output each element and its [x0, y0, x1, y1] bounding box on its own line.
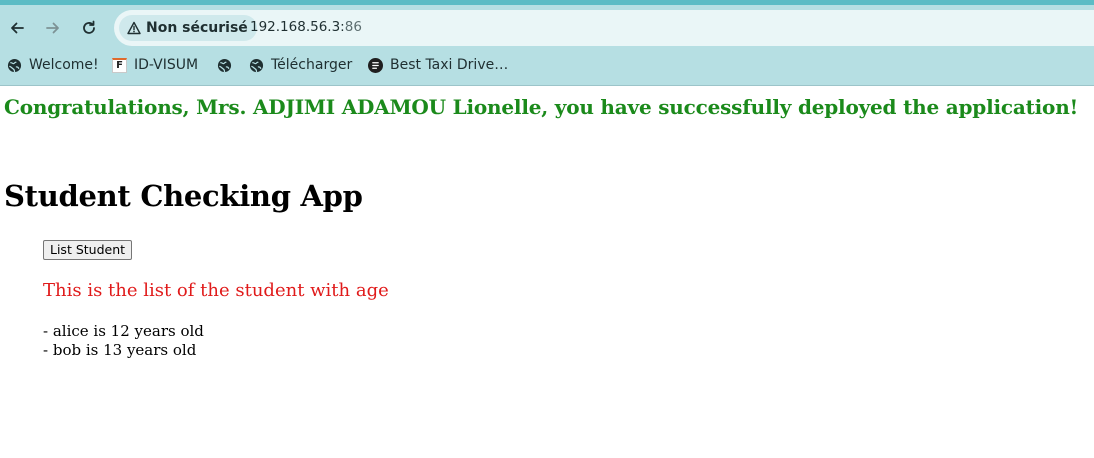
list-student-button[interactable]: List Student: [43, 240, 133, 260]
forward-button[interactable]: [41, 16, 65, 40]
bookmark-label: Télécharger: [271, 57, 353, 73]
bookmark-unnamed[interactable]: [217, 53, 232, 77]
bookmark-best-taxi[interactable]: Best Taxi Drive…: [368, 53, 508, 77]
bookmark-telecharger[interactable]: Télécharger: [249, 53, 352, 77]
bookmark-label: ID-VISUM: [134, 57, 199, 73]
page-title: Student Checking App: [4, 179, 363, 213]
student-list: - alice is 12 years old - bob is 13 year…: [43, 322, 204, 360]
browser-chrome: Non sécurisé 192.168.56.3:86 Welcome! F …: [0, 0, 1094, 86]
list-item: - alice is 12 years old: [43, 322, 204, 340]
url-port: 86: [344, 19, 362, 35]
page-content: Congratulations, Mrs. ADJIMI ADAMOU Lion…: [0, 87, 1094, 458]
student-list-heading: This is the list of the student with age: [43, 280, 389, 301]
bookmark-label: Welcome!: [29, 57, 99, 73]
f-favicon-icon: F: [112, 57, 127, 73]
arrow-right-icon: [46, 22, 59, 34]
window-top-accent: [0, 0, 1094, 5]
url-host: 192.168.56.3:: [250, 19, 345, 35]
globe-icon: [7, 58, 22, 73]
url-text[interactable]: 192.168.56.3:86: [250, 19, 362, 35]
congrats-message: Congratulations, Mrs. ADJIMI ADAMOU Lion…: [4, 95, 1079, 119]
warning-icon: [127, 21, 141, 35]
globe-icon: [249, 58, 264, 73]
reload-icon: [83, 20, 95, 34]
taxi-favicon-icon: [368, 57, 383, 73]
globe-icon: [217, 58, 232, 73]
arrow-left-icon: [11, 22, 24, 34]
list-item: - bob is 13 years old: [43, 341, 197, 359]
back-button[interactable]: [5, 16, 29, 40]
address-bar[interactable]: Non sécurisé 192.168.56.3:86: [114, 10, 1094, 46]
bookmark-welcome[interactable]: Welcome!: [7, 53, 99, 77]
bookmark-id-visum[interactable]: F ID-VISUM: [112, 53, 198, 77]
reload-button[interactable]: [77, 16, 101, 40]
security-indicator[interactable]: Non sécurisé: [119, 15, 257, 41]
bookmarks-bar: Welcome! F ID-VISUM Télécharger Best Tax…: [0, 53, 1094, 77]
bookmark-label: Best Taxi Drive…: [390, 57, 509, 73]
security-label: Non sécurisé: [146, 20, 248, 36]
